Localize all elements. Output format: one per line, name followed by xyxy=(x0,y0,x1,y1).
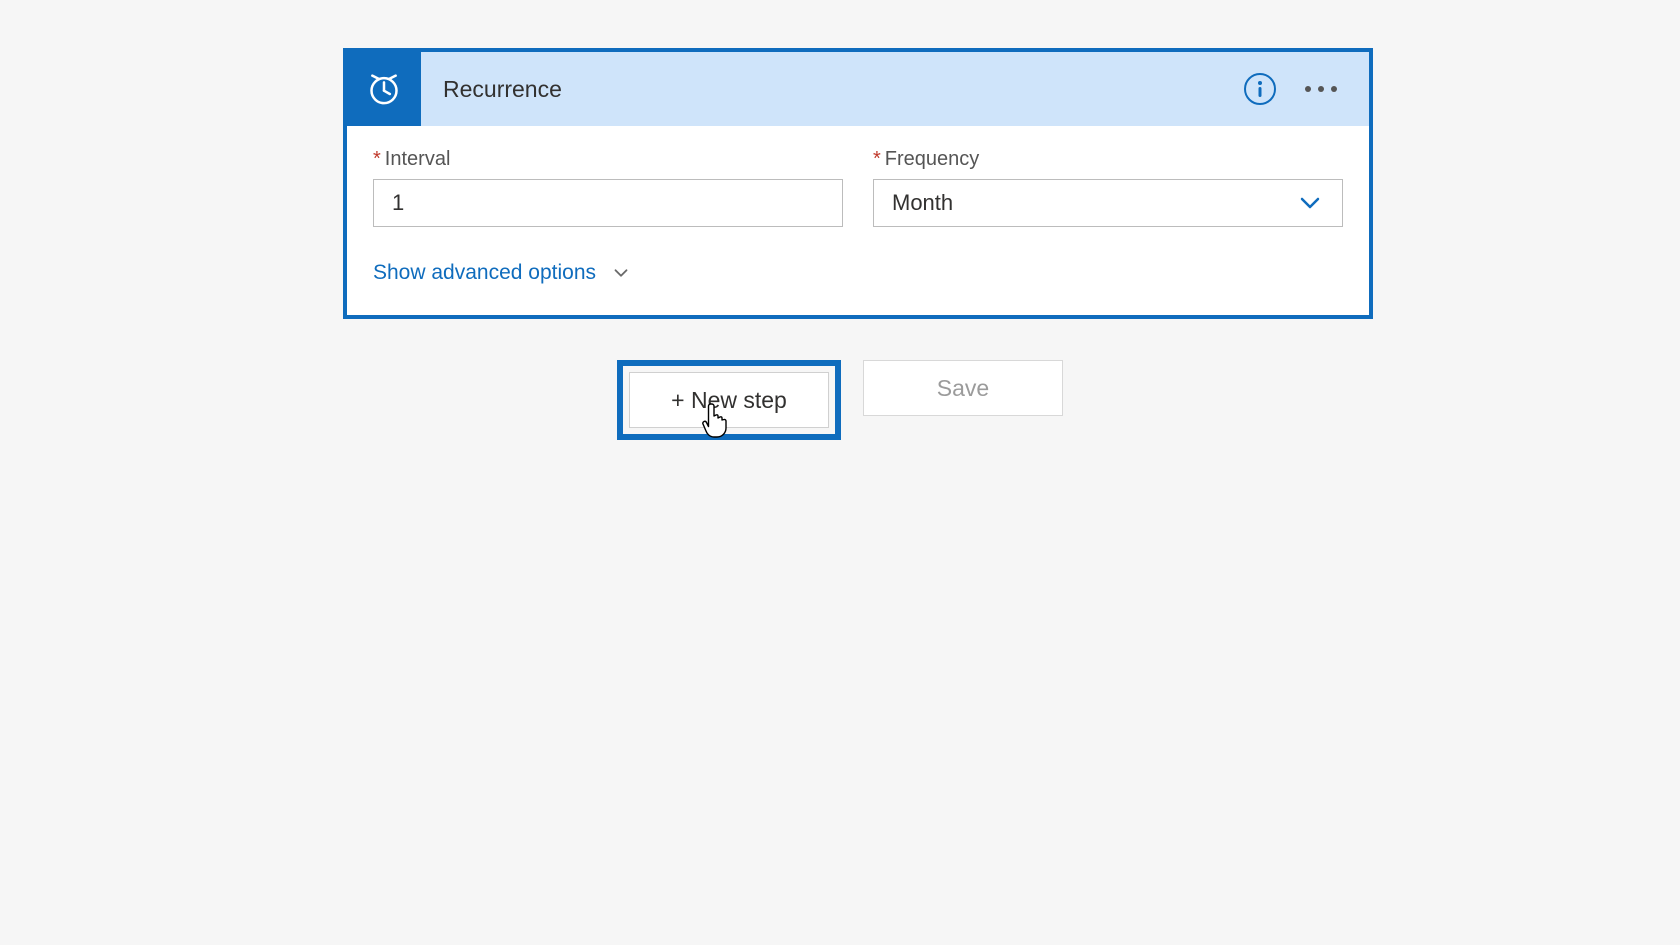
save-button[interactable]: Save xyxy=(863,360,1063,416)
card-header: Recurrence xyxy=(347,52,1369,126)
card-body: *Interval 1 *Frequency Month xyxy=(347,126,1369,315)
chevron-down-icon xyxy=(610,262,632,284)
clock-icon xyxy=(347,52,421,126)
actions-row: + New step Save xyxy=(0,360,1680,440)
frequency-select[interactable]: Month xyxy=(873,179,1343,227)
more-icon[interactable] xyxy=(1299,72,1343,106)
interval-input[interactable]: 1 xyxy=(373,179,843,227)
new-step-highlight: + New step xyxy=(617,360,841,440)
new-step-label: + New step xyxy=(671,387,787,414)
save-label: Save xyxy=(937,375,989,402)
required-mark: * xyxy=(873,148,881,170)
recurrence-card: Recurrence *Interval xyxy=(343,48,1373,319)
chevron-down-icon xyxy=(1296,189,1324,217)
interval-label: *Interval xyxy=(373,148,843,171)
card-header-actions xyxy=(1243,72,1369,106)
info-icon[interactable] xyxy=(1243,72,1277,106)
card-title: Recurrence xyxy=(443,76,1243,103)
required-mark: * xyxy=(373,148,381,170)
frequency-label: *Frequency xyxy=(873,148,1343,171)
frequency-field: *Frequency Month xyxy=(873,148,1343,227)
frequency-value: Month xyxy=(892,190,953,216)
new-step-button[interactable]: + New step xyxy=(629,372,829,428)
advanced-link-label: Show advanced options xyxy=(373,261,596,285)
interval-field: *Interval 1 xyxy=(373,148,843,227)
show-advanced-options-link[interactable]: Show advanced options xyxy=(373,261,632,285)
interval-value: 1 xyxy=(392,190,404,216)
